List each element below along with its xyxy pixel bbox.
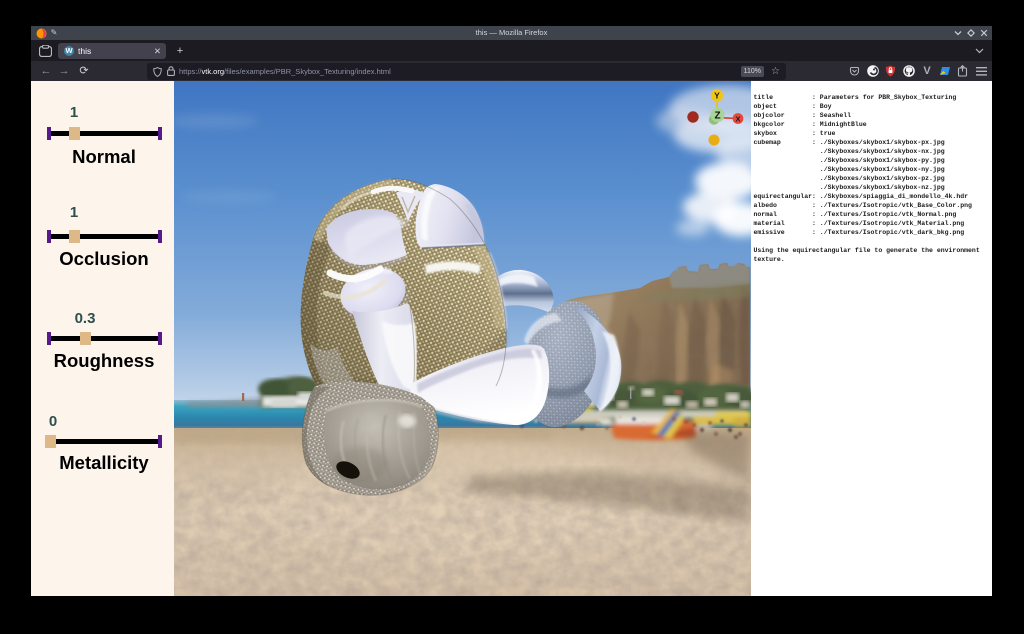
svg-text:Y: Y — [714, 91, 720, 101]
svg-text:Z: Z — [714, 111, 720, 122]
svg-text:X: X — [735, 115, 740, 124]
